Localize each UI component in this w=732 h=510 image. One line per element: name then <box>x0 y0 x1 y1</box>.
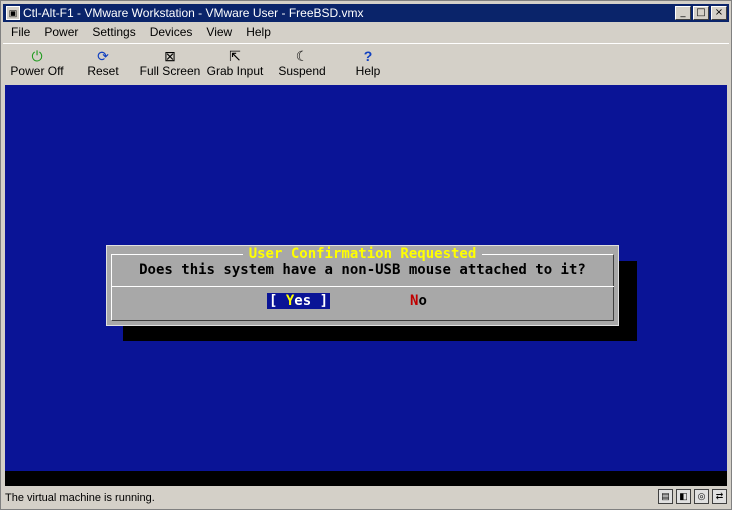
fullscreen-icon: ⊠ <box>164 48 176 64</box>
full-screen-button[interactable]: ⊠ Full Screen <box>135 44 205 84</box>
network-icon[interactable]: ⇄ <box>712 489 727 504</box>
menu-bar: File Power Settings Devices View Help <box>3 23 277 41</box>
maximize-button[interactable]: □ <box>693 6 709 20</box>
suspend-button[interactable]: ☾ Suspend <box>265 44 339 84</box>
status-text: The virtual machine is running. <box>5 492 155 504</box>
help-label: Help <box>355 64 381 78</box>
reset-label: Reset <box>87 64 119 78</box>
menu-settings[interactable]: Settings <box>84 23 141 41</box>
menu-devices[interactable]: Devices <box>142 23 199 41</box>
disk-icon[interactable]: ▤ <box>658 489 673 504</box>
window-title: Ctl-Alt-F1 - VMware Workstation - VMware… <box>23 6 364 20</box>
guest-console-bottom-strip <box>5 471 727 486</box>
reset-button[interactable]: ⟳ Reset <box>71 44 135 84</box>
minimize-button[interactable]: _ <box>675 6 691 20</box>
yes-button[interactable]: [ Yes ] <box>267 293 331 309</box>
dialog-title: User Confirmation Requested <box>242 246 483 262</box>
power-off-button[interactable]: ⏻ Power Off <box>3 44 71 84</box>
full-screen-label: Full Screen <box>139 64 201 78</box>
dialog-title-wrap: User Confirmation Requested <box>107 246 618 262</box>
yes-rest: es ] <box>294 293 329 309</box>
yes-open: [ <box>269 293 286 309</box>
confirmation-dialog: User Confirmation Requested Does this sy… <box>106 245 619 326</box>
help-icon: ? <box>363 48 373 64</box>
toolbar: ⏻ Power Off ⟳ Reset ⊠ Full Screen ⇱ Grab… <box>3 43 729 84</box>
help-button[interactable]: ? Help <box>339 44 397 84</box>
title-bar[interactable]: ▣ Ctl-Alt-F1 - VMware Workstation - VMwa… <box>3 4 729 22</box>
vmware-app-icon: ▣ <box>6 6 20 20</box>
vmware-window: ▣ Ctl-Alt-F1 - VMware Workstation - VMwa… <box>0 0 732 510</box>
reset-icon: ⟳ <box>97 48 109 64</box>
cdrom-icon[interactable]: ◧ <box>676 489 691 504</box>
dialog-message: Does this system have a non-USB mouse at… <box>139 262 586 278</box>
floppy-icon[interactable]: ◎ <box>694 489 709 504</box>
suspend-label: Suspend <box>278 64 326 78</box>
menu-power[interactable]: Power <box>36 23 84 41</box>
moon-icon: ☾ <box>295 48 309 64</box>
status-bar: The virtual machine is running. ▤ ◧ ◎ ⇄ <box>3 488 731 508</box>
power-icon: ⏻ <box>31 48 43 64</box>
no-rest: o <box>418 293 427 309</box>
grab-input-label: Grab Input <box>206 64 264 78</box>
menu-help[interactable]: Help <box>238 23 277 41</box>
close-button[interactable]: × <box>711 6 727 20</box>
grab-input-button[interactable]: ⇱ Grab Input <box>205 44 265 84</box>
dialog-separator <box>111 286 614 287</box>
power-off-label: Power Off <box>10 64 64 78</box>
menu-file[interactable]: File <box>3 23 36 41</box>
cursor-icon: ⇱ <box>229 48 241 64</box>
menu-view[interactable]: View <box>198 23 238 41</box>
no-button[interactable]: No <box>410 293 427 309</box>
